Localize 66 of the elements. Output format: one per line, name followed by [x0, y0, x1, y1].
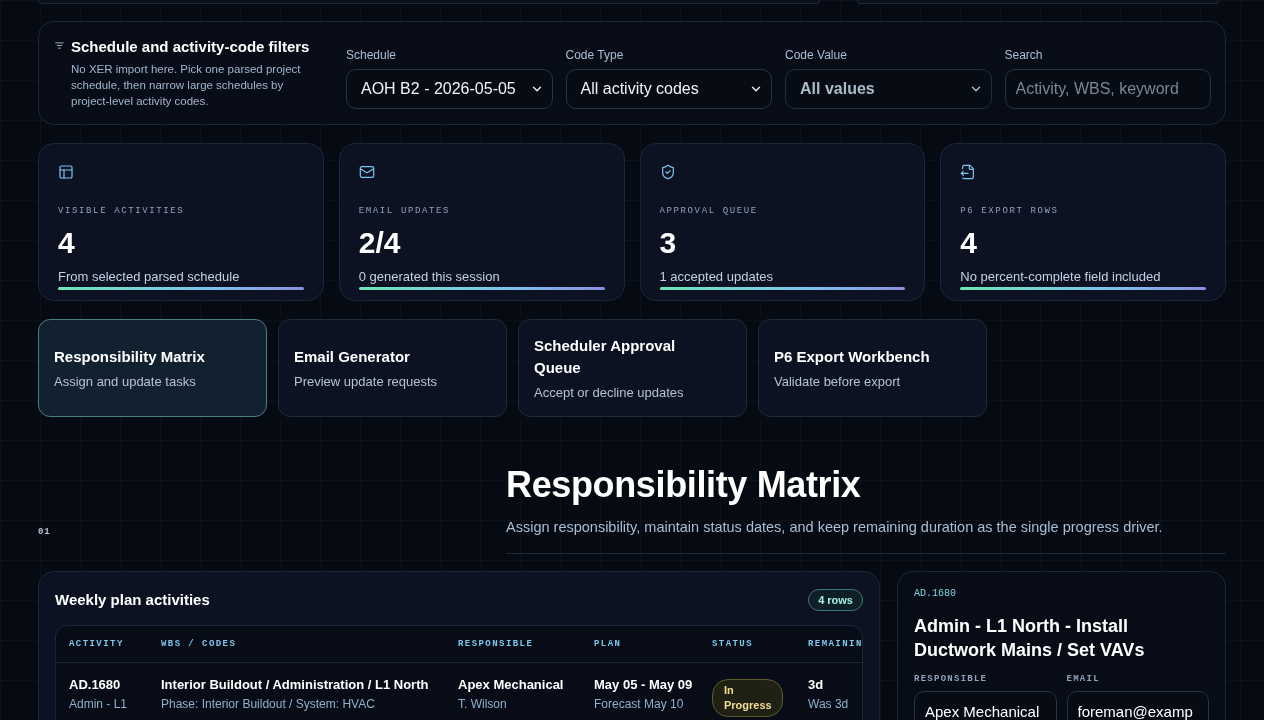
column-header: WBS / CODES [161, 638, 238, 650]
shield-check-icon [659, 164, 676, 180]
company-name: Apex Mechanical [458, 676, 565, 694]
text-input[interactable]: foreman@examp [1066, 691, 1209, 720]
field-label: EMAIL [1066, 673, 1101, 685]
column-header: REMAININ [808, 638, 862, 650]
module-tab[interactable]: Email Generator Preview update requests [278, 319, 507, 417]
section-number: 01 [38, 526, 52, 538]
section-subtitle: Assign responsibility, maintain status dates, and keep remaining duration as the single progress driver. [506, 518, 1164, 536]
section-title: Responsibility Matrix [506, 463, 862, 507]
tab-subtitle: Preview update requests [294, 372, 439, 391]
search-field[interactable]: Activity, WBS, keyword [1004, 69, 1211, 109]
activity-name: Admin - L1 [69, 696, 129, 713]
tab-subtitle: Assign and update tasks [54, 372, 197, 391]
layout-icon [58, 164, 74, 180]
stat-note: 1 accepted updates [659, 268, 774, 286]
stat-value: 2/4 [358, 225, 402, 261]
field-label: Schedule [346, 47, 398, 63]
activity-id: AD.1680 [914, 587, 957, 601]
stat-note: 0 generated this session [358, 268, 501, 286]
stat-value: 4 [960, 225, 978, 261]
wbs-path: Interior Buildout / Administration / L1 North [161, 676, 430, 694]
column-header: RESPONSIBLE [458, 638, 535, 650]
file-arrow-icon [960, 164, 977, 180]
field-label: RESPONSIBLE [914, 673, 989, 685]
tab-title: Responsibility Matrix [54, 346, 206, 367]
column-header: STATUS [712, 638, 755, 650]
activity-title: Admin - L1 North - Install Ductwork Mains / Set VAVs [914, 615, 1146, 662]
tab-subtitle: Accept or decline updates [534, 383, 685, 402]
stat-label: P6 EXPORT ROWS [960, 205, 1060, 217]
row-count-badge: 4 rows [808, 589, 863, 611]
stat-value: 4 [58, 225, 76, 261]
table-title: Weekly plan activities [55, 590, 210, 610]
select-field[interactable]: AOH B2 - 2026-05-05 [346, 69, 553, 109]
stat-label: EMAIL UPDATES [358, 205, 452, 217]
stat-note: No percent-complete field included [960, 268, 1162, 286]
filter-title: Schedule and activity-code filters [71, 37, 311, 57]
person-name: T. Wilson [458, 696, 508, 713]
forecast-date: Forecast May 10 [594, 696, 685, 713]
stat-label: VISIBLE ACTIVITIES [58, 205, 186, 217]
field-label: Search [1004, 47, 1044, 63]
field-label: Code Type [565, 47, 625, 63]
stat-value: 3 [659, 225, 678, 261]
stat-note: From selected parsed schedule [58, 268, 241, 286]
plan-dates: May 05 - May 09 [594, 676, 694, 694]
previous-duration: Was 3d [808, 696, 850, 713]
tab-title: Email Generator [294, 346, 411, 367]
tab-title: Scheduler Approval Queue [534, 335, 677, 378]
tab-title: P6 Export Workbench [774, 346, 931, 367]
text-input[interactable]: Apex Mechanical [914, 691, 1057, 720]
module-tab[interactable]: Responsibility Matrix Assign and update tasks [38, 319, 267, 417]
activity-codes: Phase: Interior Buildout / System: HVAC [161, 696, 376, 713]
filter-icon [55, 41, 64, 50]
module-tab[interactable]: P6 Export Workbench Validate before export [758, 319, 987, 417]
column-header: PLAN [594, 638, 623, 650]
mail-icon [358, 164, 375, 180]
module-tab[interactable]: Scheduler Approval Queue Accept or decline updates [518, 319, 747, 417]
select-field[interactable]: All activity codes [565, 69, 772, 109]
column-header: ACTIVITY [69, 638, 125, 650]
tab-subtitle: Validate before export [774, 372, 902, 391]
field-label: Code Value [785, 47, 848, 63]
status-badge: In Progress [712, 679, 783, 717]
remaining-duration: 3d [808, 676, 825, 694]
filter-description: No XER import here. Pick one parsed project schedule, then narrow large schedules by project-level activity codes. [71, 62, 302, 109]
activity-id: AD.1680 [69, 676, 122, 694]
stat-label: APPROVAL QUEUE [659, 205, 759, 217]
